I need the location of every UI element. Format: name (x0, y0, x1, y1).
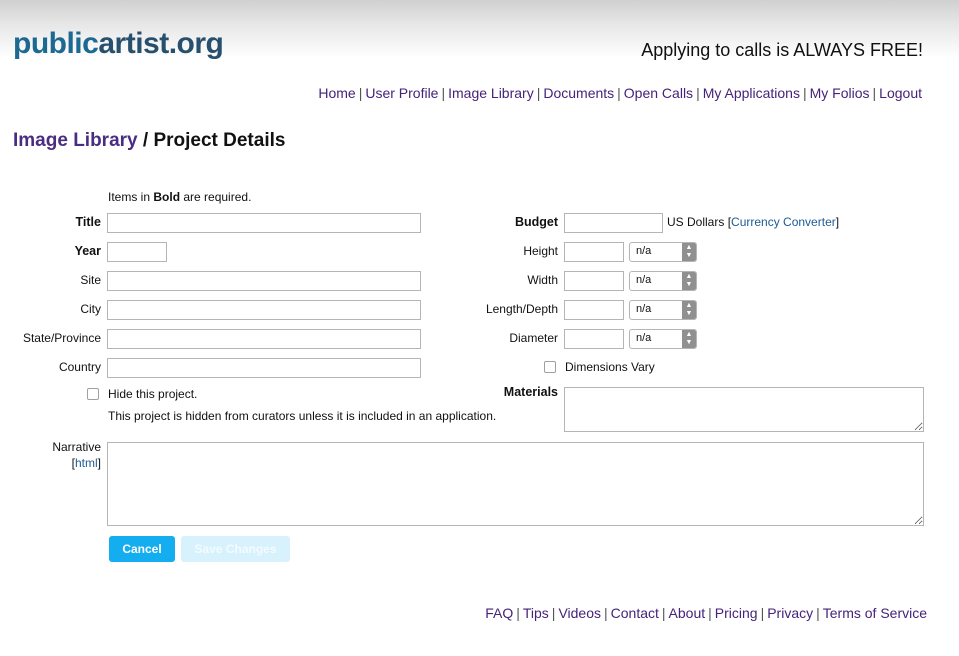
logo-artist-text: artist.org (98, 27, 224, 60)
footer-faq[interactable]: FAQ (485, 605, 513, 621)
site-logo[interactable]: publicartist.org (13, 27, 224, 60)
city-input[interactable] (107, 300, 421, 320)
budget-currency: US Dollars [Currency Converter] (667, 215, 840, 229)
nav-open-calls[interactable]: Open Calls (624, 85, 693, 101)
height-label: Height (523, 244, 558, 258)
breadcrumb-separator: / (137, 130, 154, 151)
site-header: publicartist.org Applying to calls is AL… (0, 0, 959, 60)
materials-textarea[interactable] (564, 387, 924, 432)
narrative-html-link-wrap: [html] (71, 456, 101, 470)
state-input[interactable] (107, 329, 421, 349)
nav-my-applications[interactable]: My Applications (703, 85, 800, 101)
required-note: Items in Bold are required. (108, 190, 252, 204)
footer-videos[interactable]: Videos (558, 605, 601, 621)
nav-my-folios[interactable]: My Folios (810, 85, 870, 101)
dimensions-vary-checkbox[interactable] (544, 361, 556, 373)
city-label: City (80, 302, 101, 316)
footer-contact[interactable]: Contact (611, 605, 659, 621)
currency-converter-link[interactable]: Currency Converter (731, 215, 836, 229)
site-label: Site (80, 273, 101, 287)
diameter-input[interactable] (564, 329, 624, 349)
footer-privacy[interactable]: Privacy (767, 605, 813, 621)
nav-user-profile[interactable]: User Profile (365, 85, 438, 101)
nav-documents[interactable]: Documents (543, 85, 614, 101)
country-input[interactable] (107, 358, 421, 378)
site-input[interactable] (107, 271, 421, 291)
tagline: Applying to calls is ALWAYS FREE! (641, 40, 923, 60)
diameter-unit-select[interactable]: n/a ▲ ▼ (629, 329, 697, 349)
footer-pricing[interactable]: Pricing (715, 605, 758, 621)
width-label: Width (527, 273, 558, 287)
materials-label: Materials (503, 385, 558, 399)
page-title: Image Library / Project Details (13, 131, 285, 150)
select-arrows-icon: ▲ ▼ (682, 243, 696, 261)
save-changes-button[interactable]: Save Changes (181, 536, 290, 562)
height-unit-select[interactable]: n/a ▲ ▼ (629, 242, 697, 262)
height-input[interactable] (564, 242, 624, 262)
year-input[interactable] (107, 242, 167, 262)
breadcrumb-image-library[interactable]: Image Library (13, 130, 138, 151)
footer-terms[interactable]: Terms of Service (823, 605, 927, 621)
hide-project-note: This project is hidden from curators unl… (108, 409, 497, 423)
budget-input[interactable] (564, 213, 663, 233)
diameter-label: Diameter (509, 331, 558, 345)
budget-label: Budget (514, 215, 558, 229)
narrative-textarea[interactable] (107, 442, 924, 526)
width-unit-select[interactable]: n/a ▲ ▼ (629, 271, 697, 291)
state-label: State/Province (22, 331, 101, 345)
select-arrows-icon: ▲ ▼ (682, 330, 696, 348)
hide-project-label: Hide this project. (108, 387, 198, 401)
top-navigation: Home | User Profile | Image Library | Document… (318, 85, 922, 101)
length-input[interactable] (564, 300, 624, 320)
footer-about[interactable]: About (669, 605, 706, 621)
length-label: Length/Depth (485, 302, 558, 316)
select-arrows-icon: ▲ ▼ (682, 272, 696, 290)
cancel-button[interactable]: Cancel (109, 536, 175, 562)
year-label: Year (74, 244, 101, 258)
nav-image-library[interactable]: Image Library (448, 85, 534, 101)
logo-public-text: public (13, 27, 99, 60)
narrative-label: Narrative (52, 440, 101, 454)
nav-home[interactable]: Home (318, 85, 355, 101)
dimensions-vary-label: Dimensions Vary (565, 360, 655, 374)
select-arrows-icon: ▲ ▼ (682, 301, 696, 319)
country-label: Country (58, 360, 101, 374)
hide-project-checkbox[interactable] (87, 388, 99, 400)
width-input[interactable] (564, 271, 624, 291)
footer-tips[interactable]: Tips (523, 605, 549, 621)
narrative-html-link[interactable]: html (75, 456, 98, 470)
title-label: Title (75, 215, 101, 229)
title-input[interactable] (107, 213, 421, 233)
footer-navigation: FAQ | Tips | Videos | Contact | About | Pricing | Pr… (485, 605, 927, 621)
nav-logout[interactable]: Logout (879, 85, 922, 101)
page-title-text: Project Details (153, 130, 286, 151)
length-unit-select[interactable]: n/a ▲ ▼ (629, 300, 697, 320)
